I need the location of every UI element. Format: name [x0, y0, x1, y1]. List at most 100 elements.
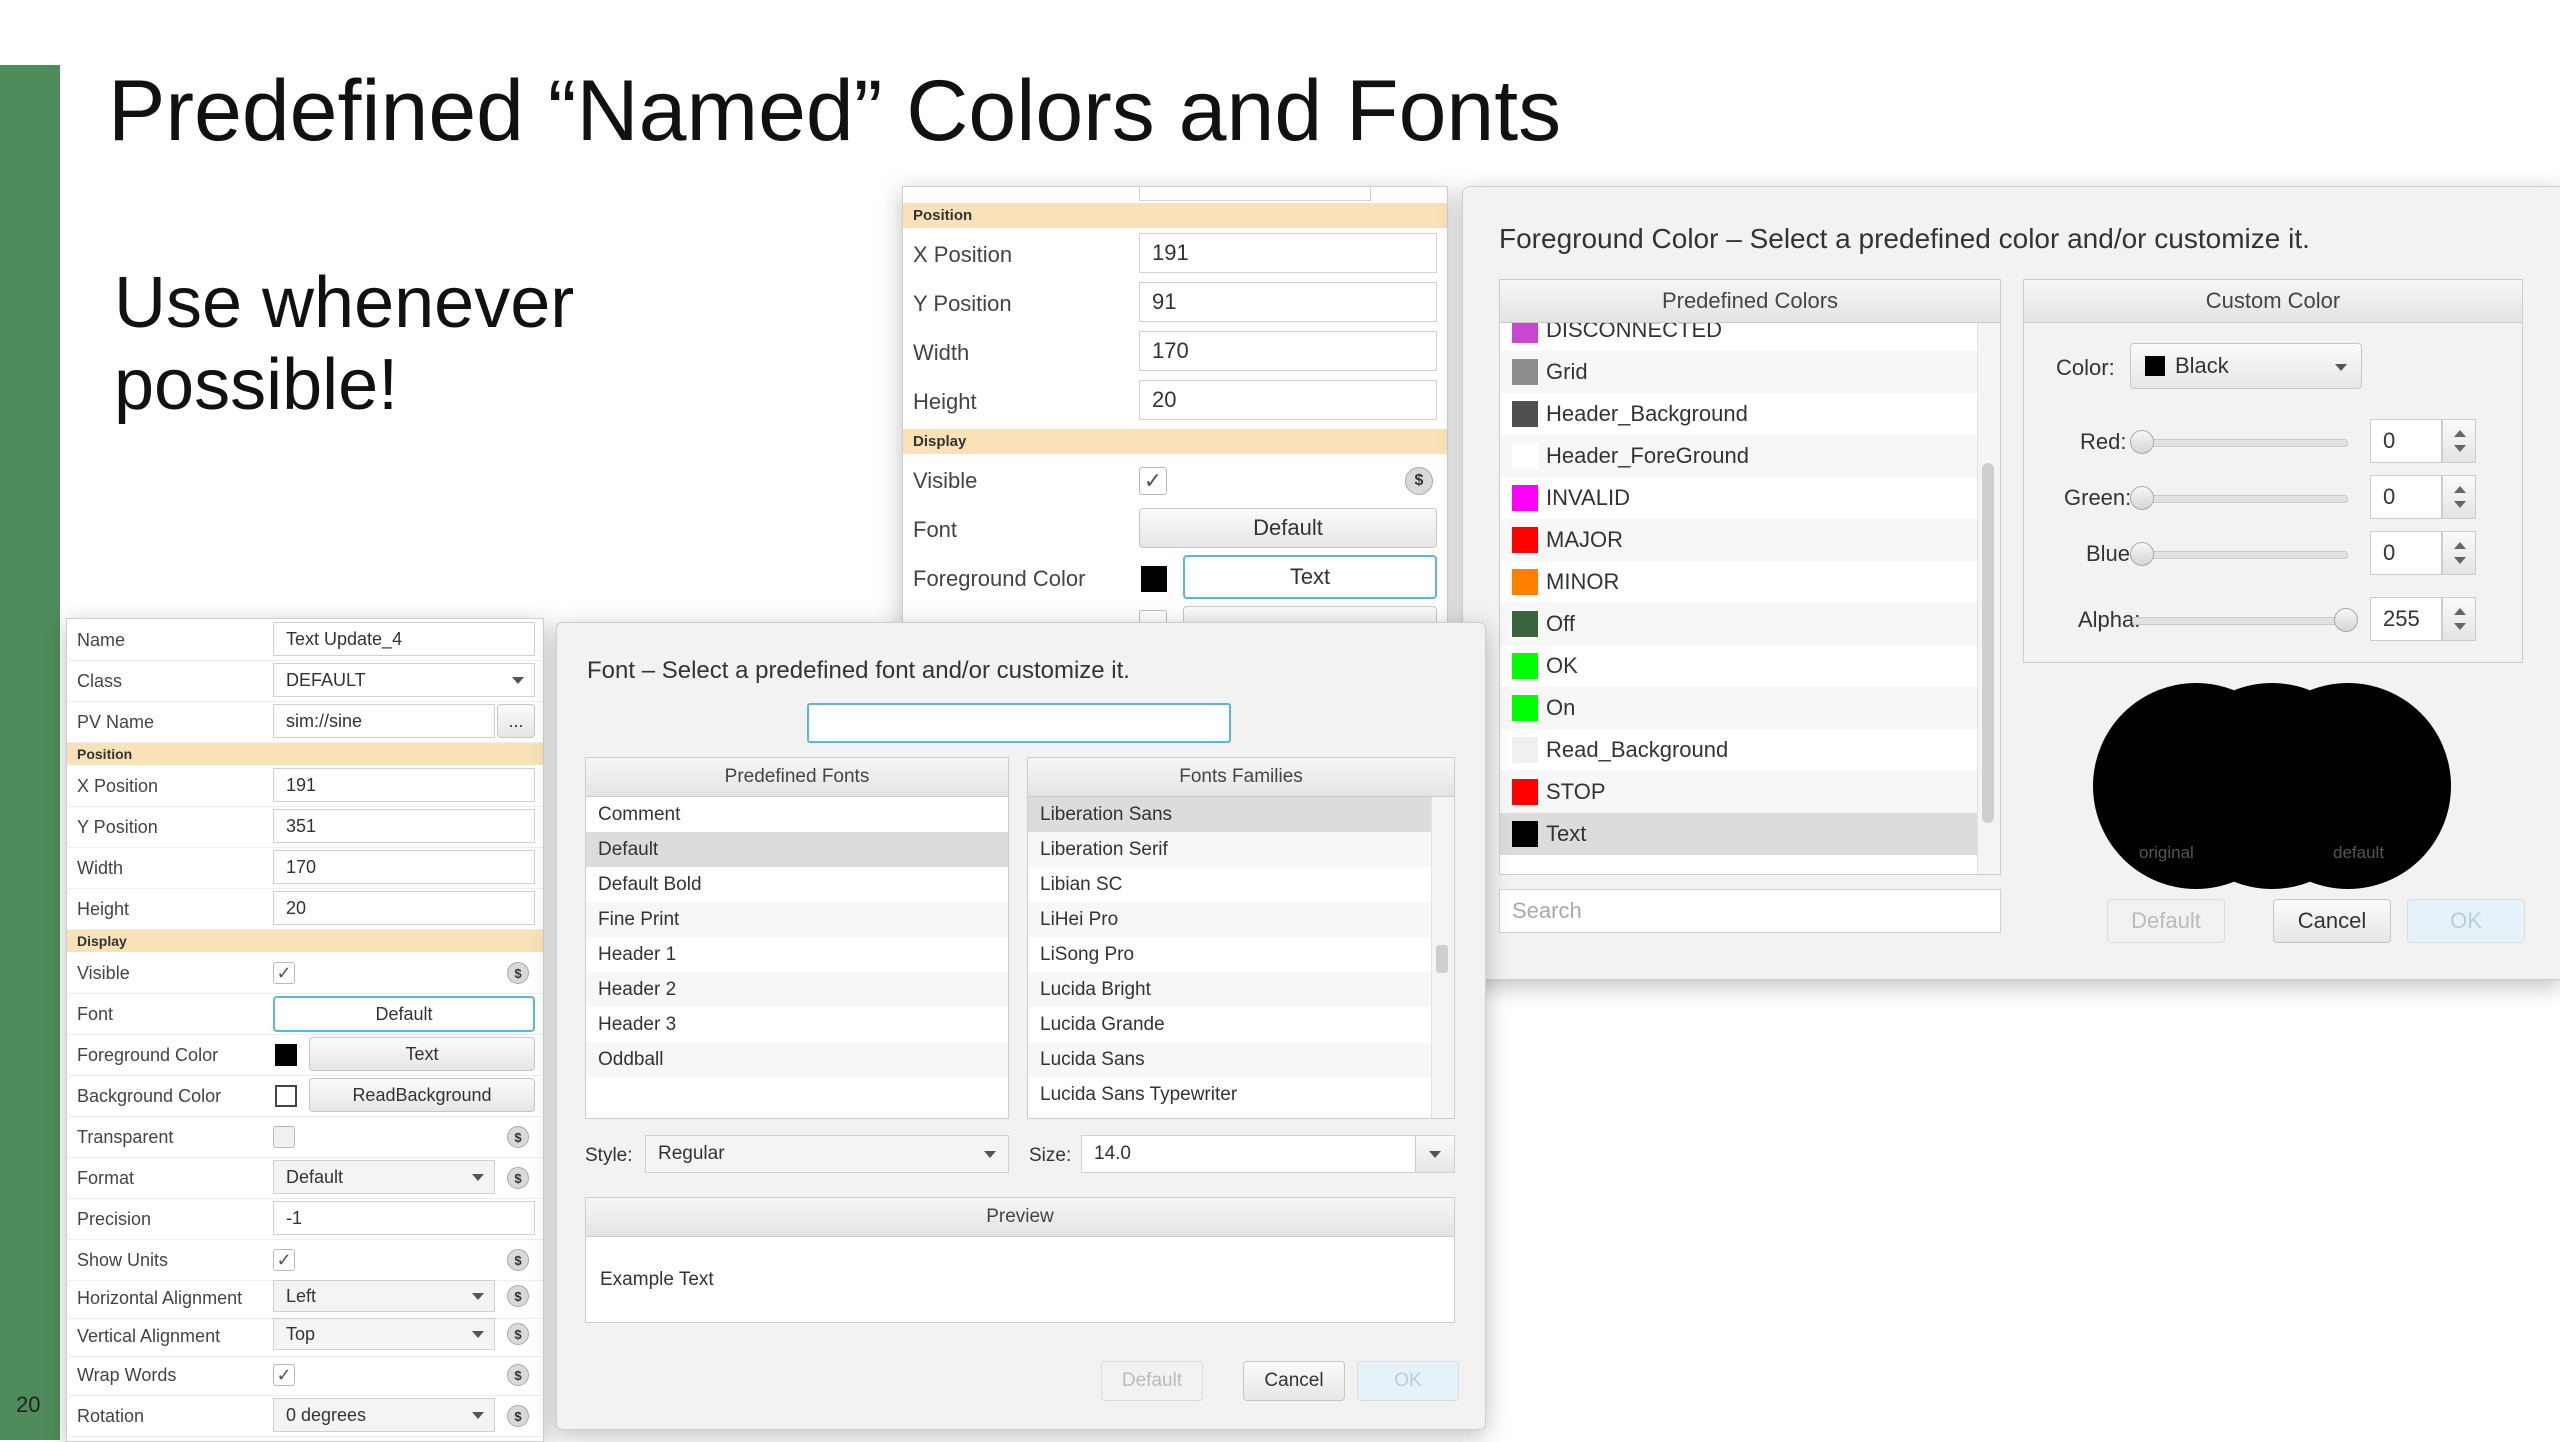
height-field[interactable]: 20 — [1139, 380, 1437, 420]
style-select[interactable]: Regular — [645, 1135, 1009, 1173]
format-select[interactable]: Default — [273, 1160, 495, 1194]
predefined-font-item[interactable]: Oddball — [586, 1042, 1008, 1077]
pv-browse-button[interactable]: ... — [497, 704, 535, 738]
predefined-color-item[interactable]: Header_ForeGround — [1500, 435, 1978, 477]
font-family-item[interactable]: Lucida Bright — [1028, 972, 1434, 1007]
show-units-checkbox[interactable]: ✓ — [273, 1249, 295, 1271]
x-position-field[interactable]: 191 — [1139, 233, 1437, 273]
wrap-words-checkbox[interactable]: ✓ — [273, 1364, 295, 1386]
foreground-button[interactable]: Text — [1183, 555, 1437, 599]
class-select[interactable]: DEFAULT — [273, 663, 535, 697]
font-button[interactable]: Default — [1139, 508, 1437, 548]
rule-icon[interactable]: $ — [507, 1323, 529, 1345]
alpha-slider[interactable] — [2132, 617, 2348, 625]
font-family-item[interactable]: Liberation Sans — [1028, 797, 1434, 832]
colors-scrollbar[interactable] — [1977, 323, 2000, 874]
predefined-font-item[interactable]: Header 1 — [586, 937, 1008, 972]
predefined-color-item[interactable]: On — [1500, 687, 1978, 729]
predefined-color-item[interactable]: Off — [1500, 603, 1978, 645]
y-position-field[interactable]: 351 — [273, 809, 535, 843]
alpha-stepper[interactable] — [2442, 597, 2476, 641]
halign-select[interactable]: Left — [273, 1280, 495, 1312]
color-search-input[interactable]: Search — [1499, 889, 2001, 933]
foreground-label: Foreground Color — [77, 1045, 219, 1065]
blue-slider[interactable] — [2132, 551, 2348, 559]
rule-icon[interactable]: $ — [507, 1285, 529, 1307]
rule-icon[interactable]: $ — [507, 1405, 529, 1427]
valign-select[interactable]: Top — [273, 1318, 495, 1350]
pv-field[interactable]: sim://sine — [273, 704, 495, 738]
font-cancel-button[interactable]: Cancel — [1243, 1361, 1345, 1401]
transparent-checkbox[interactable] — [273, 1126, 295, 1148]
alpha-slider-knob[interactable] — [2334, 608, 2358, 632]
rule-icon[interactable]: $ — [507, 1167, 529, 1189]
green-input[interactable]: 0 — [2370, 475, 2442, 519]
predefined-color-item[interactable]: Text — [1500, 813, 1978, 855]
font-family-item[interactable]: LiHei Pro — [1028, 902, 1434, 937]
predefined-font-item[interactable]: Header 2 — [586, 972, 1008, 1007]
families-scrollbar[interactable] — [1431, 797, 1454, 1118]
rule-icon[interactable]: $ — [507, 1126, 529, 1148]
predefined-font-item[interactable]: Default — [586, 832, 1008, 867]
size-dropdown-button[interactable] — [1415, 1136, 1454, 1172]
predefined-font-item[interactable]: Header 3 — [586, 1007, 1008, 1042]
width-field[interactable]: 170 — [1139, 331, 1437, 371]
color-ok-button[interactable]: OK — [2407, 899, 2525, 943]
blue-slider-knob[interactable] — [2130, 542, 2154, 566]
blue-input[interactable]: 0 — [2370, 531, 2442, 575]
width-row: Width 170 — [903, 327, 1447, 376]
font-family-item[interactable]: LiSong Pro — [1028, 937, 1434, 972]
font-default-button[interactable]: Default — [1101, 1361, 1203, 1401]
colors-scrollbar-thumb[interactable] — [1982, 463, 1994, 823]
alpha-input[interactable]: 255 — [2370, 597, 2442, 641]
green-slider-knob[interactable] — [2130, 486, 2154, 510]
red-slider[interactable] — [2132, 439, 2348, 447]
predefined-color-item[interactable]: INVALID — [1500, 477, 1978, 519]
predefined-font-item[interactable]: Comment — [586, 797, 1008, 832]
visible-checkbox[interactable]: ✓ — [1139, 467, 1167, 495]
y-position-field[interactable]: 91 — [1139, 282, 1437, 322]
width-field[interactable]: 170 — [273, 850, 535, 884]
red-input[interactable]: 0 — [2370, 419, 2442, 463]
precision-field[interactable]: -1 — [273, 1201, 535, 1235]
font-family-item[interactable]: Lucida Sans — [1028, 1042, 1434, 1077]
font-search-input[interactable] — [807, 703, 1231, 743]
font-button[interactable]: Default — [273, 996, 535, 1032]
rule-icon[interactable]: $ — [1405, 467, 1433, 495]
font-family-item[interactable]: Lucida Grande — [1028, 1007, 1434, 1042]
color-select[interactable]: Black — [2130, 343, 2362, 389]
red-slider-knob[interactable] — [2130, 430, 2154, 454]
font-family-item[interactable]: Liberation Serif — [1028, 832, 1434, 867]
green-stepper[interactable] — [2442, 475, 2476, 519]
font-family-item[interactable]: Libian SC — [1028, 867, 1434, 902]
rule-icon[interactable]: $ — [507, 962, 529, 984]
rule-icon[interactable]: $ — [507, 1249, 529, 1271]
predefined-color-item[interactable]: DISCONNECTED — [1500, 323, 1978, 351]
size-combo[interactable]: 14.0 — [1081, 1135, 1455, 1173]
rule-icon[interactable]: $ — [507, 1364, 529, 1386]
font-family-item[interactable]: Lucida Sans Typewriter — [1028, 1077, 1434, 1112]
visible-checkbox[interactable]: ✓ — [273, 962, 295, 984]
predefined-color-item[interactable]: STOP — [1500, 771, 1978, 813]
name-field[interactable]: Text Update_4 — [273, 622, 535, 656]
predefined-color-item[interactable]: MAJOR — [1500, 519, 1978, 561]
predefined-color-item[interactable]: OK — [1500, 645, 1978, 687]
predefined-color-item[interactable]: Read_Background — [1500, 729, 1978, 771]
predefined-color-item[interactable]: MINOR — [1500, 561, 1978, 603]
families-scrollbar-thumb[interactable] — [1436, 945, 1448, 973]
color-cancel-button[interactable]: Cancel — [2273, 899, 2391, 943]
x-position-field[interactable]: 191 — [273, 768, 535, 802]
foreground-button[interactable]: Text — [309, 1037, 535, 1071]
green-slider[interactable] — [2132, 495, 2348, 503]
predefined-font-item[interactable]: Default Bold — [586, 867, 1008, 902]
rotation-select[interactable]: 0 degrees — [273, 1398, 495, 1432]
background-button[interactable]: ReadBackground — [309, 1078, 535, 1112]
color-default-button[interactable]: Default — [2107, 899, 2225, 943]
height-field[interactable]: 20 — [273, 891, 535, 925]
predefined-color-item[interactable]: Grid — [1500, 351, 1978, 393]
font-ok-button[interactable]: OK — [1357, 1361, 1459, 1401]
red-stepper[interactable] — [2442, 419, 2476, 463]
blue-stepper[interactable] — [2442, 531, 2476, 575]
predefined-font-item[interactable]: Fine Print — [586, 902, 1008, 937]
predefined-color-item[interactable]: Header_Background — [1500, 393, 1978, 435]
